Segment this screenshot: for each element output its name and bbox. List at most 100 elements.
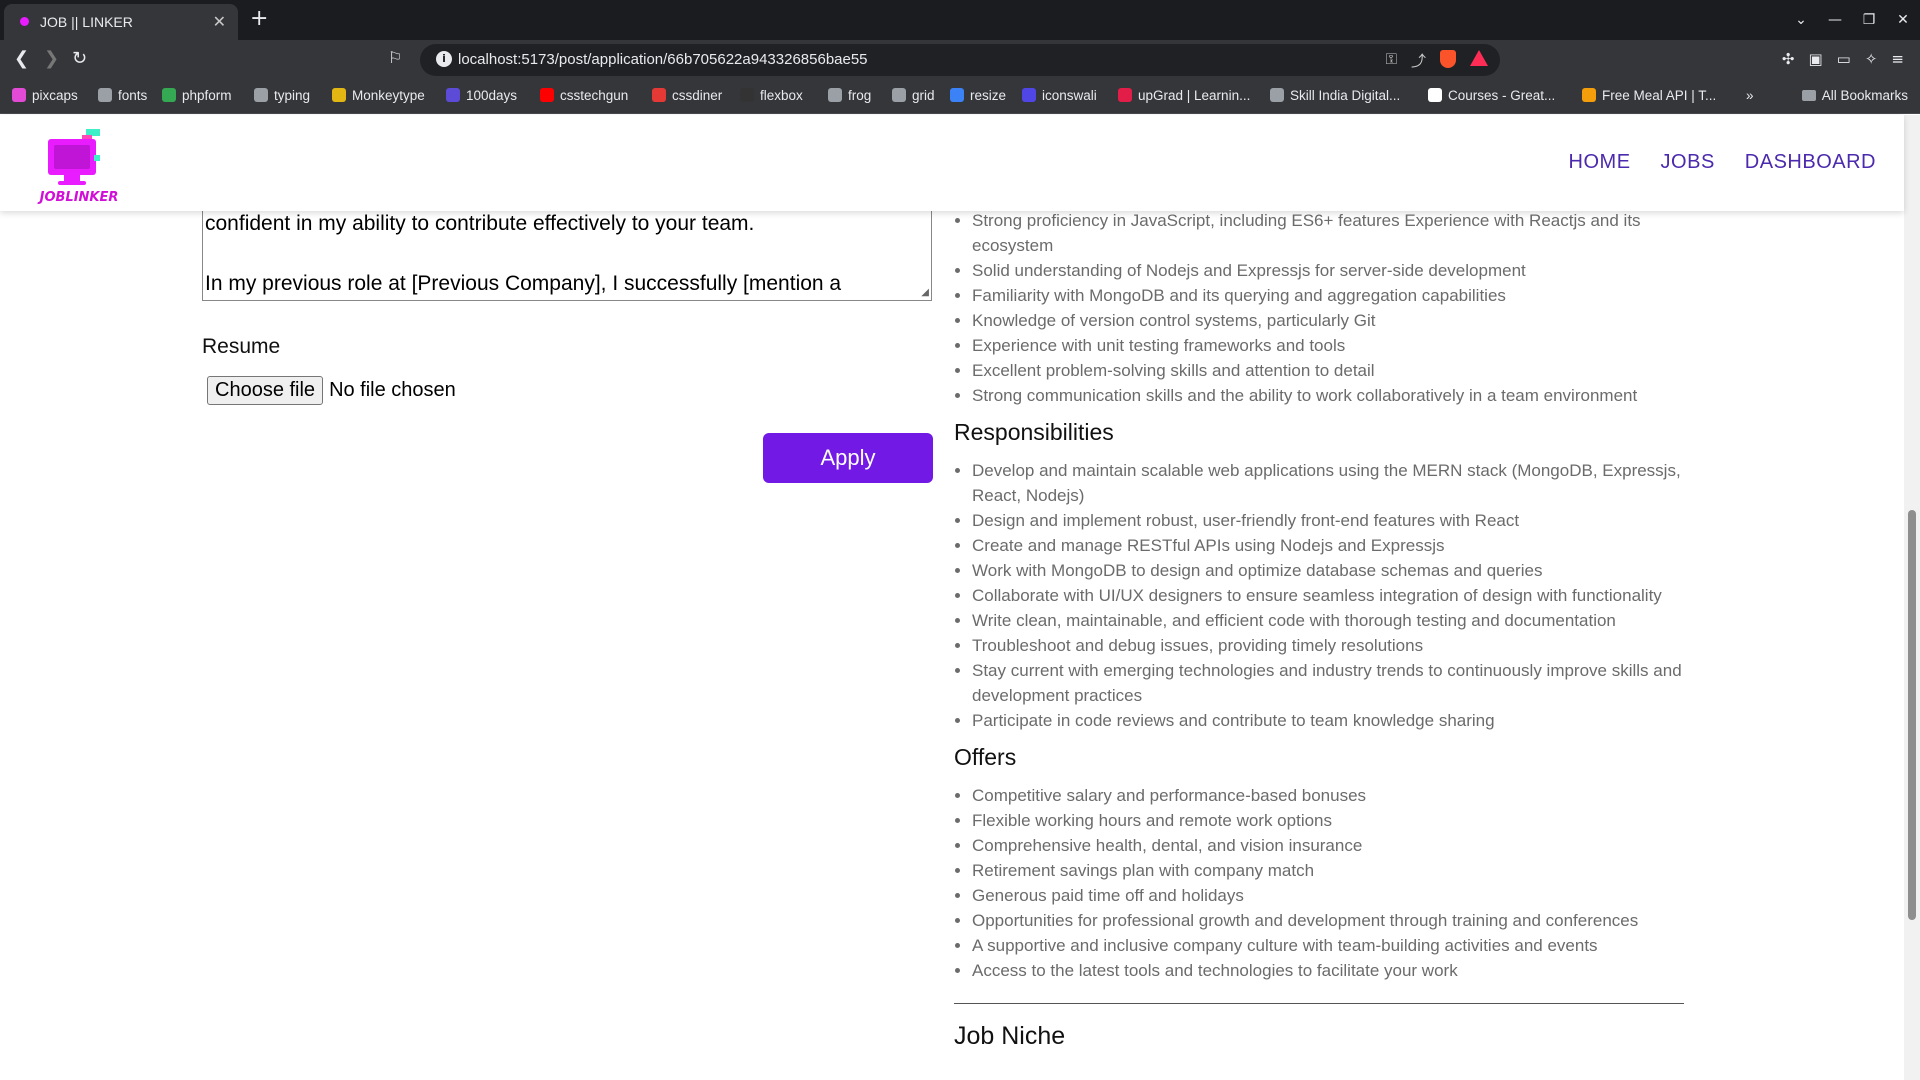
offer-item: A supportive and inclusive company cultu… — [972, 933, 1702, 958]
all-bookmarks[interactable]: All Bookmarks — [1801, 88, 1908, 103]
tab-title: JOB || LINKER — [40, 14, 133, 30]
all-bookmarks-label: All Bookmarks — [1821, 88, 1908, 103]
bookmark-item[interactable]: grid — [892, 88, 935, 103]
nav-dashboard[interactable]: DASHBOARD — [1745, 151, 1876, 174]
close-window-icon[interactable]: ✕ — [1886, 12, 1920, 28]
bookmark-item[interactable]: iconswali — [1022, 88, 1097, 103]
key-icon[interactable]: ⚿ — [1386, 50, 1397, 71]
bookmark-item[interactable]: fonts — [98, 88, 147, 103]
apply-button[interactable]: Apply — [763, 433, 933, 483]
reload-icon[interactable]: ↻ — [72, 48, 87, 69]
bookmark-favicon-icon — [98, 88, 112, 102]
responsibility-item: Develop and maintain scalable web applic… — [972, 458, 1702, 508]
logo-text: JOBLINKER — [37, 190, 119, 205]
responsibility-item: Create and manage RESTful APIs using Nod… — [972, 533, 1702, 558]
back-icon[interactable]: ❮ — [14, 48, 29, 69]
bookmark-label: upGrad | Learnin... — [1138, 88, 1251, 103]
bookmark-favicon-icon — [828, 88, 842, 102]
tab-search-icon[interactable]: ⌄ — [1784, 12, 1818, 28]
active-tab[interactable]: JOB || LINKER ✕ — [4, 4, 238, 40]
bookmark-item[interactable]: Monkeytype — [332, 88, 425, 103]
bookmark-item[interactable]: 100days — [446, 88, 517, 103]
bookmark-item[interactable]: typing — [254, 88, 310, 103]
bookmark-label: pixcaps — [32, 88, 78, 103]
brave-rewards-icon[interactable] — [1470, 50, 1488, 66]
offer-item: Generous paid time off and holidays — [972, 883, 1702, 908]
extensions-icon[interactable]: ✣ — [1782, 50, 1795, 68]
bookmark-item[interactable]: cssdiner — [652, 88, 722, 103]
responsibility-item: Stay current with emerging technologies … — [972, 658, 1702, 708]
bookmark-label: flexbox — [760, 88, 803, 103]
qualification-item: Strong proficiency in JavaScript, includ… — [972, 211, 1702, 258]
bookmark-label: phpform — [182, 88, 232, 103]
bookmark-favicon-icon — [1022, 88, 1036, 102]
resume-file-input[interactable]: Choose file No file chosen — [207, 376, 456, 405]
wallet-icon[interactable]: ▭ — [1837, 50, 1851, 68]
bookmark-item[interactable]: upGrad | Learnin... — [1118, 88, 1250, 103]
bookmark-item[interactable]: Skill India Digital... — [1270, 88, 1400, 103]
cover-letter-text[interactable]: with hands-on experience in [relevant sk… — [205, 211, 915, 299]
bookmark-favicon-icon — [1270, 88, 1284, 102]
tab-close-icon[interactable]: ✕ — [213, 12, 226, 31]
menu-icon[interactable]: ≡ — [1891, 50, 1904, 68]
offers-list: Competitive salary and performance-based… — [972, 783, 1702, 983]
share-icon[interactable]: ⤴ — [1411, 50, 1426, 71]
resize-grip-icon[interactable]: ◢ — [921, 287, 929, 298]
page-scrollbar[interactable] — [1904, 115, 1920, 1080]
scroll-thumb[interactable] — [1908, 510, 1916, 920]
tab-strip: JOB || LINKER ✕ + ⌄ — ❐ ✕ — [0, 0, 1920, 40]
minimize-icon[interactable]: — — [1818, 12, 1852, 28]
new-tab-icon[interactable]: + — [250, 6, 268, 31]
forward-icon[interactable]: ❯ — [44, 48, 59, 69]
bookmark-item[interactable]: Free Meal API | T... — [1582, 88, 1716, 103]
bookmark-label: Free Meal API | T... — [1602, 88, 1717, 103]
offers-title: Offers — [954, 744, 1017, 770]
qualification-item: Knowledge of version control systems, pa… — [972, 308, 1702, 333]
restore-icon[interactable]: ❐ — [1852, 12, 1886, 28]
bookmark-favicon-icon — [540, 88, 554, 102]
bookmark-item[interactable]: pixcaps — [12, 88, 78, 103]
browser-toolbar: ❮ ❯ ↻ ⚐ i localhost:5173/post/applicatio… — [0, 40, 1920, 80]
job-niche-title: Job Niche — [954, 1022, 1066, 1050]
bookmark-icon[interactable]: ⚐ — [388, 48, 402, 67]
bookmark-item[interactable]: phpform — [162, 88, 232, 103]
bookmark-favicon-icon — [740, 88, 754, 102]
url-text[interactable]: localhost:5173/post/application/66b70562… — [458, 51, 868, 68]
bookmark-item[interactable]: Courses - Great... — [1428, 88, 1555, 103]
qualification-item: Strong communication skills and the abil… — [972, 383, 1702, 408]
file-status: No file chosen — [329, 379, 456, 401]
bookmark-item[interactable]: resize — [950, 88, 1006, 103]
browser-right-tools: ✣ ▣ ▭ ✧ ≡ — [1782, 50, 1904, 68]
nav-home[interactable]: HOME — [1569, 151, 1631, 174]
bookmark-item[interactable]: frog — [828, 88, 871, 103]
address-bar[interactable]: i localhost:5173/post/application/66b705… — [420, 44, 1500, 76]
bookmarks-overflow-icon[interactable]: » — [1746, 88, 1754, 103]
nav-jobs[interactable]: JOBS — [1661, 151, 1715, 174]
bookmark-label: frog — [848, 88, 872, 103]
brave-shields-icon[interactable] — [1440, 50, 1456, 68]
bookmark-favicon-icon — [1118, 88, 1132, 102]
joblinker-logo[interactable]: JOBLINKER — [34, 125, 124, 205]
site-info-icon[interactable]: i — [436, 51, 452, 67]
leo-ai-icon[interactable]: ✧ — [1865, 50, 1878, 68]
bookmark-item[interactable]: csstechgun — [540, 88, 628, 103]
window-controls: ⌄ — ❐ ✕ — [1784, 0, 1920, 40]
bookmark-label: grid — [912, 88, 935, 103]
bookmark-favicon-icon — [12, 88, 26, 102]
responsibility-item: Troubleshoot and debug issues, providing… — [972, 633, 1702, 658]
sidebar-icon[interactable]: ▣ — [1808, 50, 1822, 68]
offer-item: Retirement savings plan with company mat… — [972, 858, 1702, 883]
offer-item: Flexible working hours and remote work o… — [972, 808, 1702, 833]
cover-letter-textarea[interactable]: with hands-on experience in [relevant sk… — [202, 211, 932, 301]
bookmark-item[interactable]: flexbox — [740, 88, 803, 103]
responsibility-item: Design and implement robust, user-friend… — [972, 508, 1702, 533]
qualification-item: Excellent problem-solving skills and att… — [972, 358, 1702, 383]
page-content: with hands-on experience in [relevant sk… — [0, 211, 1904, 1080]
qualification-item: Familiarity with MongoDB and its queryin… — [972, 283, 1702, 308]
resume-label: Resume — [202, 335, 281, 358]
bookmark-label: fonts — [118, 88, 148, 103]
bookmark-favicon-icon — [446, 88, 460, 102]
offer-item: Opportunities for professional growth an… — [972, 908, 1702, 933]
choose-file-button[interactable]: Choose file — [207, 376, 324, 405]
bookmark-favicon-icon — [332, 88, 346, 102]
